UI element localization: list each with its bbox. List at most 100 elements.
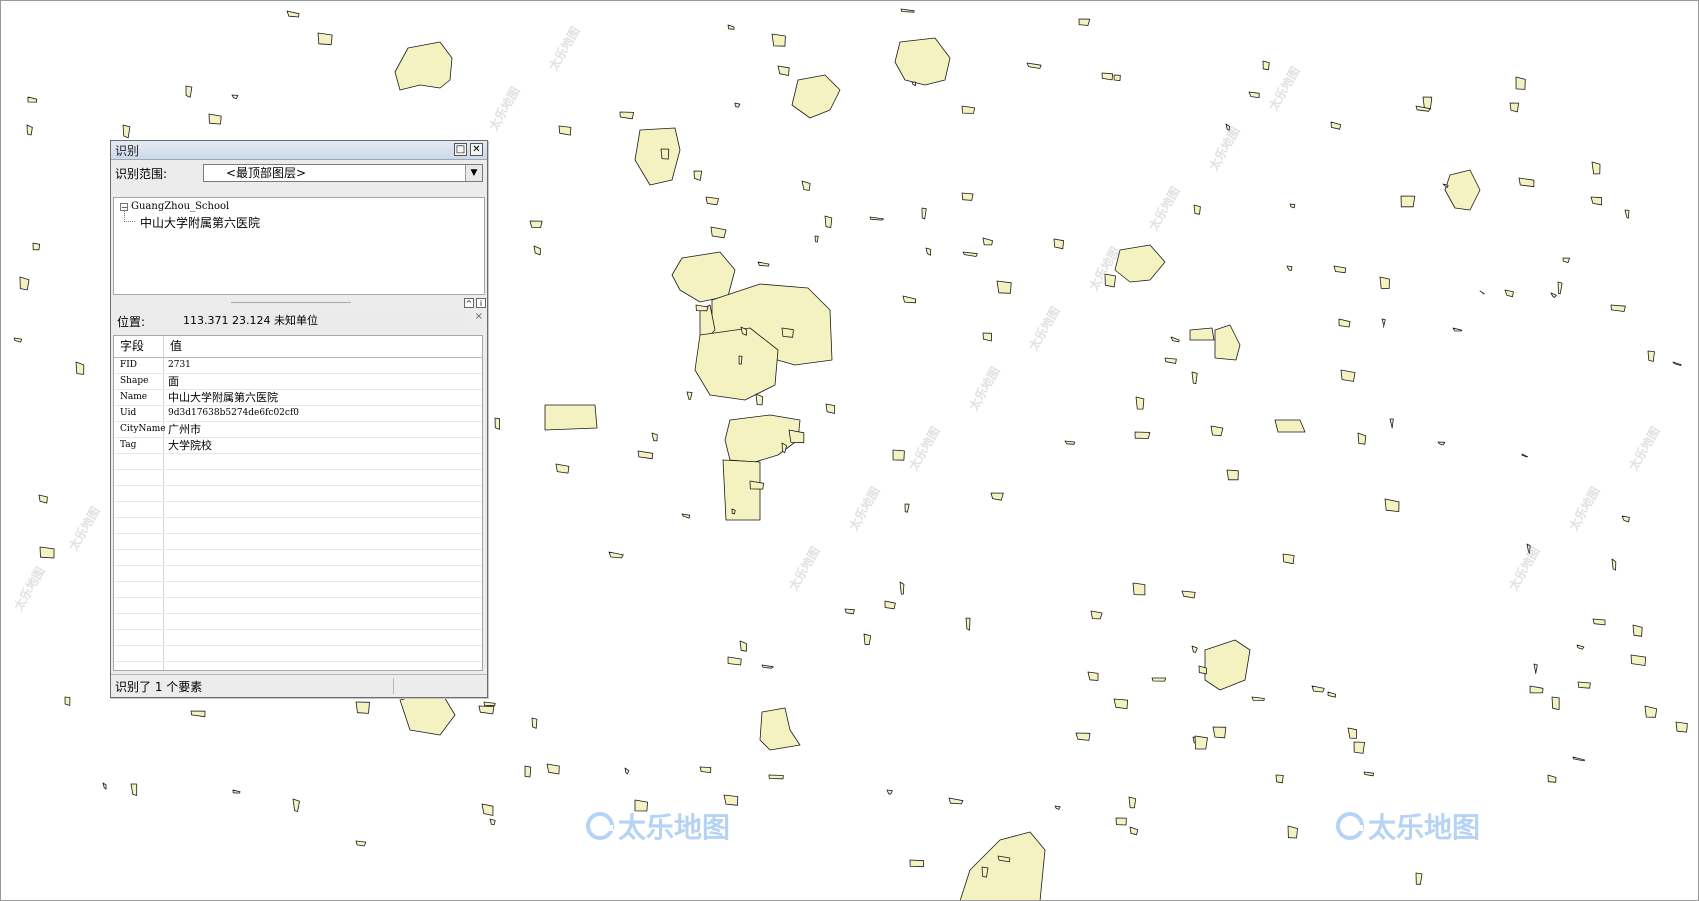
school-polygon[interactable] — [529, 220, 543, 228]
table-row[interactable]: CityName 广州市 — [114, 422, 482, 438]
school-polygon[interactable] — [710, 226, 727, 239]
field-column-header[interactable]: 字段 — [114, 336, 164, 357]
school-polygon[interactable] — [317, 32, 333, 46]
school-polygon[interactable] — [1384, 498, 1400, 512]
school-polygon[interactable] — [1113, 698, 1128, 709]
school-polygon[interactable] — [801, 180, 811, 191]
school-polygon[interactable] — [1090, 610, 1103, 620]
school-polygon[interactable] — [699, 766, 712, 773]
school-polygon[interactable] — [286, 10, 300, 18]
school-polygon[interactable] — [1026, 62, 1042, 69]
school-polygon[interactable] — [738, 355, 743, 365]
school-polygon[interactable] — [1104, 273, 1116, 288]
school-polygon[interactable] — [1113, 74, 1121, 81]
school-polygon[interactable] — [982, 237, 993, 246]
collapse-toggle-icon[interactable]: − — [120, 202, 128, 211]
school-polygon[interactable] — [232, 789, 241, 794]
school-polygon[interactable] — [959, 831, 1046, 901]
school-polygon[interactable] — [961, 192, 974, 201]
school-polygon[interactable] — [231, 94, 239, 99]
school-polygon[interactable] — [1210, 425, 1224, 437]
chevron-down-icon[interactable]: ▼ — [465, 165, 482, 181]
school-polygon[interactable] — [1248, 91, 1260, 98]
school-polygon[interactable] — [1151, 677, 1167, 682]
school-polygon[interactable] — [1518, 177, 1535, 188]
school-polygon[interactable] — [757, 261, 770, 267]
school-polygon[interactable] — [1194, 735, 1208, 750]
school-polygon[interactable] — [1115, 817, 1127, 826]
school-polygon[interactable] — [1053, 238, 1064, 250]
school-polygon[interactable] — [681, 513, 691, 519]
school-polygon[interactable] — [524, 765, 532, 778]
school-polygon[interactable] — [996, 280, 1012, 294]
school-polygon[interactable] — [1591, 161, 1601, 175]
school-polygon[interactable] — [481, 803, 494, 816]
school-polygon[interactable] — [749, 480, 764, 490]
school-polygon[interactable] — [1191, 645, 1198, 653]
school-polygon[interactable] — [1101, 72, 1113, 81]
school-polygon[interactable] — [911, 81, 917, 87]
location-clear-icon[interactable]: × — [475, 311, 483, 322]
school-polygon[interactable] — [1521, 453, 1529, 458]
school-polygon[interactable] — [739, 640, 747, 652]
school-polygon[interactable] — [761, 664, 774, 669]
school-polygon[interactable] — [483, 701, 496, 707]
school-polygon[interactable] — [1129, 826, 1139, 836]
school-polygon[interactable] — [1452, 327, 1463, 332]
school-polygon[interactable] — [695, 304, 709, 312]
school-polygon[interactable] — [1675, 721, 1688, 733]
school-polygon[interactable] — [844, 608, 855, 615]
school-polygon[interactable] — [1287, 825, 1298, 839]
school-polygon[interactable] — [884, 600, 896, 610]
school-polygon[interactable] — [1078, 18, 1091, 26]
school-polygon[interactable] — [886, 789, 893, 795]
school-polygon[interactable] — [1193, 204, 1201, 215]
school-polygon[interactable] — [1632, 624, 1643, 637]
school-polygon[interactable] — [1327, 691, 1336, 698]
school-polygon[interactable] — [1515, 76, 1526, 90]
table-row[interactable]: Tag 大学院校 — [114, 438, 482, 454]
table-row[interactable]: Shape 面 — [114, 374, 482, 390]
school-polygon[interactable] — [1251, 696, 1265, 701]
school-polygon[interactable] — [892, 449, 905, 461]
school-polygon[interactable] — [1572, 756, 1586, 762]
tree-feature-node[interactable]: 中山大学附属第六医院 — [140, 214, 260, 231]
school-polygon[interactable] — [558, 125, 572, 136]
school-polygon[interactable] — [965, 617, 971, 631]
school-polygon[interactable] — [26, 124, 33, 136]
school-polygon[interactable] — [1624, 209, 1630, 219]
school-polygon[interactable] — [724, 414, 801, 463]
school-polygon[interactable] — [723, 794, 739, 806]
school-polygon[interactable] — [771, 33, 786, 47]
school-polygon[interactable] — [1610, 304, 1626, 312]
school-polygon[interactable] — [1509, 102, 1519, 113]
school-polygon[interactable] — [990, 492, 1004, 501]
school-polygon[interactable] — [531, 717, 538, 729]
school-polygon[interactable] — [1330, 121, 1342, 130]
school-polygon[interactable] — [1415, 872, 1423, 885]
school-polygon[interactable] — [1444, 169, 1481, 211]
school-polygon[interactable] — [39, 546, 55, 559]
school-polygon[interactable] — [38, 494, 48, 504]
school-polygon[interactable] — [727, 656, 742, 666]
school-polygon[interactable] — [292, 798, 300, 812]
school-polygon[interactable] — [1526, 543, 1531, 554]
school-polygon[interactable] — [902, 295, 916, 304]
school-polygon[interactable] — [948, 797, 964, 805]
school-polygon[interactable] — [1311, 685, 1325, 693]
school-polygon[interactable] — [660, 148, 670, 160]
school-polygon[interactable] — [1353, 741, 1365, 754]
school-polygon[interactable] — [608, 551, 624, 559]
school-polygon[interactable] — [1672, 361, 1682, 366]
school-polygon[interactable] — [64, 696, 71, 706]
school-polygon[interactable] — [1357, 432, 1367, 445]
school-polygon[interactable] — [781, 327, 794, 338]
splitter-grip[interactable] — [231, 302, 351, 304]
school-polygon[interactable] — [1054, 805, 1061, 810]
school-polygon[interactable] — [1562, 257, 1570, 263]
school-polygon[interactable] — [1289, 203, 1296, 209]
school-polygon[interactable] — [894, 37, 951, 86]
school-polygon[interactable] — [1529, 685, 1544, 694]
school-polygon[interactable] — [1644, 705, 1658, 718]
school-polygon[interactable] — [637, 450, 654, 460]
